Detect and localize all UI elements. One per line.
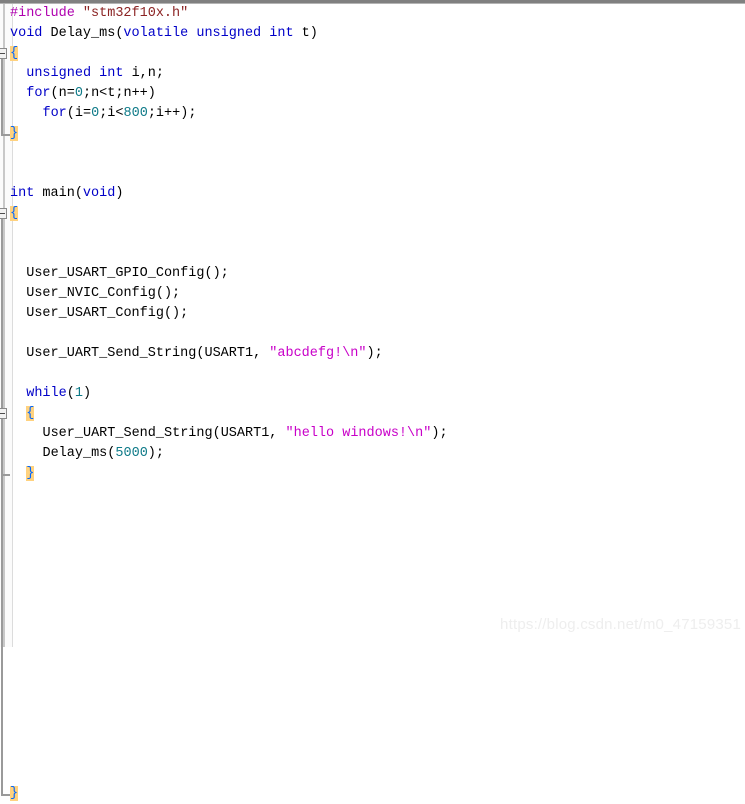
code-token-num: 0 (91, 106, 100, 121)
code-line[interactable]: User_USART_Config(); (0, 304, 745, 324)
code-token-kw: int (269, 26, 294, 41)
code-line[interactable] (0, 504, 745, 524)
code-line[interactable] (0, 164, 745, 184)
code-token-pln: ( (66, 386, 75, 401)
code-token-kw: int (99, 66, 124, 81)
code-line[interactable] (0, 684, 745, 704)
code-token-num: 5000 (115, 446, 148, 461)
code-token-kw: int (10, 186, 35, 201)
code-line[interactable]: } (0, 784, 745, 804)
code-line[interactable]: void Delay_ms(volatile unsigned int t) (0, 24, 745, 44)
code-token-pln: User_UART_Send_String(USART1, (42, 426, 286, 441)
code-line[interactable] (0, 724, 745, 744)
code-token-hdr: "stm32f10x.h" (82, 6, 189, 21)
code-line[interactable]: { (0, 44, 745, 64)
code-line[interactable]: for(i=0;i<800;i++); (0, 104, 745, 124)
code-token-pln: ;i< (99, 106, 124, 121)
code-line[interactable]: User_USART_GPIO_Config(); (0, 264, 745, 284)
code-token-brc: { (26, 406, 35, 421)
code-line[interactable] (0, 144, 745, 164)
code-token-str: "abcdefg!\n" (269, 346, 367, 361)
code-token-brc: } (26, 466, 35, 481)
code-token-kw: for (26, 86, 51, 101)
code-token-brc: { (10, 46, 19, 61)
code-token-pre: #include (10, 6, 75, 21)
code-token-kw: unsigned (26, 66, 92, 81)
code-line[interactable] (0, 644, 745, 664)
code-token-pln: (n= (50, 86, 75, 101)
code-token-num: 800 (123, 106, 148, 121)
code-line[interactable]: #include "stm32f10x.h" (0, 4, 745, 24)
code-line[interactable] (0, 664, 745, 684)
code-token-pln: ;i++); (147, 106, 197, 121)
code-token-num: 1 (74, 386, 83, 401)
code-token-pln: ); (147, 446, 164, 461)
code-token-kw: void (82, 186, 116, 201)
code-line[interactable] (0, 564, 745, 584)
code-token-pln: User_UART_Send_String(USART1, (26, 346, 270, 361)
code-line[interactable] (0, 324, 745, 344)
code-token-brc: } (10, 786, 19, 801)
code-token-pln: i,n; (123, 66, 164, 81)
code-token-pln: (i= (66, 106, 92, 121)
code-line[interactable]: User_NVIC_Config(); (0, 284, 745, 304)
code-line[interactable] (0, 244, 745, 264)
code-token-brc: { (10, 206, 19, 221)
code-token-brc: } (10, 126, 19, 141)
code-line[interactable] (0, 744, 745, 764)
code-token-pln: t) (293, 26, 318, 41)
code-line[interactable]: User_UART_Send_String(USART1, "abcdefg!\… (0, 344, 745, 364)
code-line[interactable]: Delay_ms(5000); (0, 444, 745, 464)
code-line[interactable] (0, 224, 745, 244)
code-token-pln: ;n<t;n++) (82, 86, 156, 101)
watermark-url: https://blog.csdn.net/m0_47159351 (500, 616, 741, 633)
code-token-str: "hello windows!\n" (285, 426, 432, 441)
code-token-pln: User_USART_Config(); (26, 306, 189, 321)
code-line[interactable] (0, 544, 745, 564)
code-line[interactable]: } (0, 124, 745, 144)
code-line[interactable] (0, 764, 745, 784)
code-text-area[interactable]: #include "stm32f10x.h" void Delay_ms(vola… (0, 4, 745, 804)
code-token-pln: main( (34, 186, 83, 201)
code-token-pln: User_USART_GPIO_Config(); (26, 266, 229, 281)
code-line[interactable] (0, 364, 745, 384)
code-line[interactable] (0, 704, 745, 724)
code-token-kw: unsigned (196, 26, 262, 41)
code-token-num: 0 (74, 86, 83, 101)
code-token-kw: while (26, 386, 67, 401)
code-line[interactable]: for(n=0;n<t;n++) (0, 84, 745, 104)
code-line[interactable]: } (0, 464, 745, 484)
code-line[interactable] (0, 584, 745, 604)
code-line[interactable] (0, 484, 745, 504)
code-line[interactable]: User_UART_Send_String(USART1, "hello win… (0, 424, 745, 444)
code-token-pln: Delay_ms( (42, 26, 124, 41)
code-token-pln: ) (115, 186, 124, 201)
code-line[interactable]: { (0, 404, 745, 424)
code-line[interactable]: while(1) (0, 384, 745, 404)
code-line[interactable]: unsigned int i,n; (0, 64, 745, 84)
code-token-pln: ); (366, 346, 383, 361)
code-token-pln: ); (431, 426, 448, 441)
code-token-kw: volatile (123, 26, 189, 41)
code-token-pln (75, 6, 83, 21)
code-line[interactable]: int main(void) (0, 184, 745, 204)
code-token-kw: for (42, 106, 67, 121)
code-token-pln: User_NVIC_Config(); (26, 286, 181, 301)
code-line[interactable] (0, 524, 745, 544)
code-line[interactable]: { (0, 204, 745, 224)
code-token-kw: void (10, 26, 43, 41)
code-token-pln: Delay_ms( (42, 446, 116, 461)
code-token-pln: ) (82, 386, 92, 401)
code-token-pln (91, 66, 99, 81)
